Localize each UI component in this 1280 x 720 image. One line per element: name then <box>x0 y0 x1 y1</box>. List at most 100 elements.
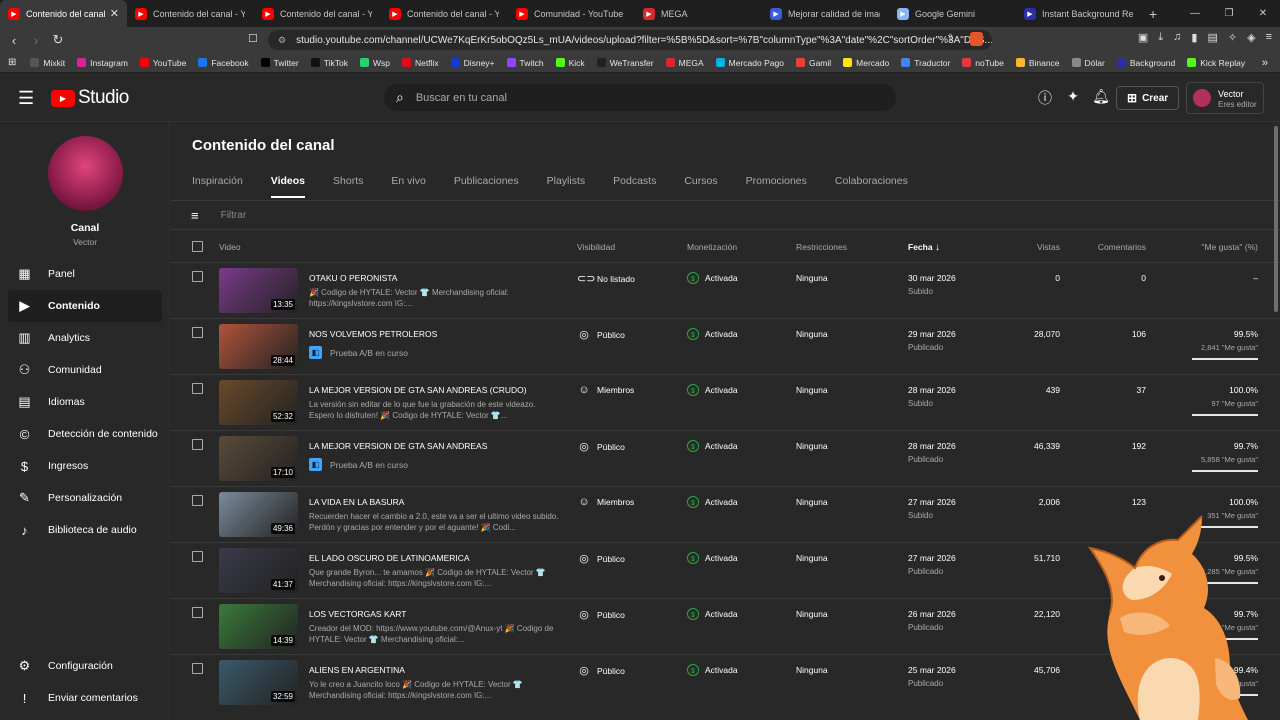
download-icon[interactable]: ⤓ <box>1158 31 1163 44</box>
vpn-icon[interactable]: ◈ <box>1247 31 1255 44</box>
browser-tab[interactable]: ▶ Contenido del canal - YouTube <box>381 0 508 27</box>
visibility-cell[interactable]: ☺ Miembros <box>577 496 634 508</box>
bookmark-item[interactable]: Twitter <box>260 58 299 68</box>
sidebar-item-panel[interactable]: ▦ Panel <box>8 258 162 290</box>
column-monetization[interactable]: Monetización <box>687 242 737 252</box>
reload-icon[interactable]: ↻ <box>47 32 69 48</box>
column-date[interactable]: Fecha ↓ <box>908 242 940 253</box>
wallet-icon[interactable]: ▤ <box>1207 31 1217 44</box>
monetization-cell[interactable]: $ Activada <box>687 440 738 452</box>
visibility-cell[interactable]: ◎ Público <box>577 328 625 341</box>
monetization-cell[interactable]: $ Activada <box>687 552 738 564</box>
sidebar-item-detecci-n-de-contenido[interactable]: © Detección de contenido <box>8 418 162 450</box>
address-bar[interactable]: ⚙ studio.youtube.com/channel/UCWe7KqErKr… <box>268 30 992 50</box>
video-title[interactable]: EL LADO OSCURO DE LATINOAMERICA <box>309 553 470 563</box>
visibility-cell[interactable]: ◎ Público <box>577 608 625 621</box>
row-checkbox[interactable] <box>192 551 203 562</box>
table-row[interactable]: 28:44 NOS VOLVEMOS PETROLEROS ◧ Prueba A/B … <box>171 318 1280 374</box>
bookmark-item[interactable]: Kick Replay <box>1187 58 1245 68</box>
row-checkbox[interactable] <box>192 663 203 674</box>
column-views[interactable]: Vistas <box>1037 242 1060 252</box>
bookmark-item[interactable]: noTube <box>962 58 1004 68</box>
minimize-icon[interactable]: ― <box>1178 8 1212 19</box>
monetization-cell[interactable]: $ Activada <box>687 664 738 676</box>
video-thumbnail[interactable]: 28:44 <box>219 324 298 369</box>
sidebar-item-personalizaci-n[interactable]: ✎ Personalización <box>8 482 162 514</box>
video-title[interactable]: LOS VECTORGAS KART <box>309 609 406 619</box>
column-likes[interactable]: "Me gusta" (%) <box>1201 242 1258 252</box>
row-checkbox[interactable] <box>192 439 203 450</box>
apps-icon[interactable]: ⊞ <box>8 57 16 68</box>
select-all-checkbox[interactable] <box>192 241 203 252</box>
ab-test-badge[interactable]: ◧ Prueba A/B en curso <box>309 458 408 471</box>
sidebar-item-ingresos[interactable]: $ Ingresos <box>8 450 162 482</box>
tab-colaboraciones[interactable]: Colaboraciones <box>835 175 908 198</box>
bookmark-item[interactable]: TikTok <box>310 58 348 68</box>
studio-logo[interactable]: ▶ Studio <box>51 87 129 109</box>
video-title[interactable]: OTAKU O PERONISTA <box>309 273 397 283</box>
sidebar-bottom-item[interactable]: ! Enviar comentarios <box>8 682 162 714</box>
bookmark-item[interactable]: Facebook <box>198 58 249 68</box>
hamburger-menu-icon[interactable]: ☰ <box>18 88 34 109</box>
close-tab-icon[interactable]: ✕ <box>110 7 119 20</box>
bookmark-item[interactable]: Mercado <box>843 58 889 68</box>
row-checkbox[interactable] <box>192 495 203 506</box>
browser-tab[interactable]: ▶ Mejorar calidad de imagen <box>762 0 889 27</box>
bookmark-item[interactable]: YouTube <box>139 58 186 68</box>
visibility-cell[interactable]: ◎ Público <box>577 440 625 453</box>
sidebar-bottom-item[interactable]: ⚙ Configuración <box>8 650 162 682</box>
more-bookmarks-icon[interactable]: » <box>1262 57 1268 69</box>
music-icon[interactable]: ♫ <box>1173 31 1181 44</box>
table-row[interactable]: 52:32 LA MEJOR VERSION DE GTA SAN ANDREAS… <box>171 374 1280 430</box>
tab-podcasts[interactable]: Podcasts <box>613 175 656 198</box>
row-checkbox[interactable] <box>192 327 203 338</box>
browser-tab[interactable]: ▶ Comunidad - YouTube Studio <box>508 0 635 27</box>
monetization-cell[interactable]: $ Activada <box>687 272 738 284</box>
visibility-cell[interactable]: ◎ Público <box>577 664 625 677</box>
tab-inspiraci-n[interactable]: Inspiración <box>192 175 243 198</box>
tab-cursos[interactable]: Cursos <box>684 175 717 198</box>
bookmark-item[interactable]: Mixkit <box>30 58 65 68</box>
row-checkbox[interactable] <box>192 383 203 394</box>
site-info-icon[interactable]: ⚙ <box>278 35 286 46</box>
bookmark-item[interactable]: Background <box>1116 58 1175 68</box>
tab-en-vivo[interactable]: En vivo <box>391 175 425 198</box>
browser-tab[interactable]: ▶ Contenido del canal - YouTube <box>254 0 381 27</box>
bookmark-item[interactable]: Twitch <box>506 58 544 68</box>
bookmark-item[interactable]: Wsp <box>359 58 390 68</box>
monetization-cell[interactable]: $ Activada <box>687 496 738 508</box>
bookmark-item[interactable]: Disney+ <box>450 58 495 68</box>
table-row[interactable]: 13:35 OTAKU O PERONISTA 🎉 Codigo de HYTALE… <box>171 262 1280 318</box>
column-comments[interactable]: Comentarios <box>1098 242 1146 252</box>
browser-tab[interactable]: ▶ Contenido del canal - YouTube <box>127 0 254 27</box>
video-thumbnail[interactable]: 52:32 <box>219 380 298 425</box>
browser-tab[interactable]: ▶ Contenido del canal - YouTube ✕ <box>0 0 127 27</box>
table-row[interactable]: 17:10 LA MEJOR VERSION DE GTA SAN ANDREAS… <box>171 430 1280 486</box>
video-title[interactable]: ALIENS EN ARGENTINA <box>309 665 405 675</box>
sidebar-item-contenido[interactable]: ▶ Contenido <box>8 290 162 322</box>
bookmark-item[interactable]: Dólar <box>1071 58 1105 68</box>
bookmark-star-icon[interactable]: ☐ <box>248 32 258 45</box>
share-icon[interactable]: ⇪ <box>946 33 954 44</box>
column-visibility[interactable]: Visibilidad <box>577 242 615 252</box>
filter-bar[interactable]: ≡ Filtrar <box>191 206 246 224</box>
sidebar-item-biblioteca-de-audio[interactable]: ♪ Biblioteca de audio <box>8 514 162 546</box>
video-title[interactable]: NOS VOLVEMOS PETROLEROS <box>309 329 437 339</box>
visibility-cell[interactable]: ☺ Miembros <box>577 384 634 396</box>
bookmark-item[interactable]: Binance <box>1015 58 1060 68</box>
video-thumbnail[interactable]: 32:59 <box>219 660 298 705</box>
sparkle-icon[interactable]: ✦ <box>1064 88 1082 108</box>
browser-tab[interactable]: ▶ Google Gemini <box>889 0 1016 27</box>
sidebar-toggle-icon[interactable]: ▣ <box>1138 31 1148 44</box>
close-window-icon[interactable]: ✕ <box>1246 8 1280 19</box>
bookmark-item[interactable]: MEGA <box>665 58 704 68</box>
filter-icon[interactable]: ≡ <box>191 208 199 223</box>
video-thumbnail[interactable]: 49:36 <box>219 492 298 537</box>
maximize-icon[interactable]: ❐ <box>1212 8 1246 19</box>
brave-shield-icon[interactable] <box>970 32 983 46</box>
bookmark-item[interactable]: Kick <box>555 58 585 68</box>
search-input[interactable]: ⌕ Buscar en tu canal <box>384 84 896 111</box>
tab-playlists[interactable]: Playlists <box>547 175 586 198</box>
tab-promociones[interactable]: Promociones <box>746 175 807 198</box>
tab-videos[interactable]: Videos <box>270 175 306 198</box>
